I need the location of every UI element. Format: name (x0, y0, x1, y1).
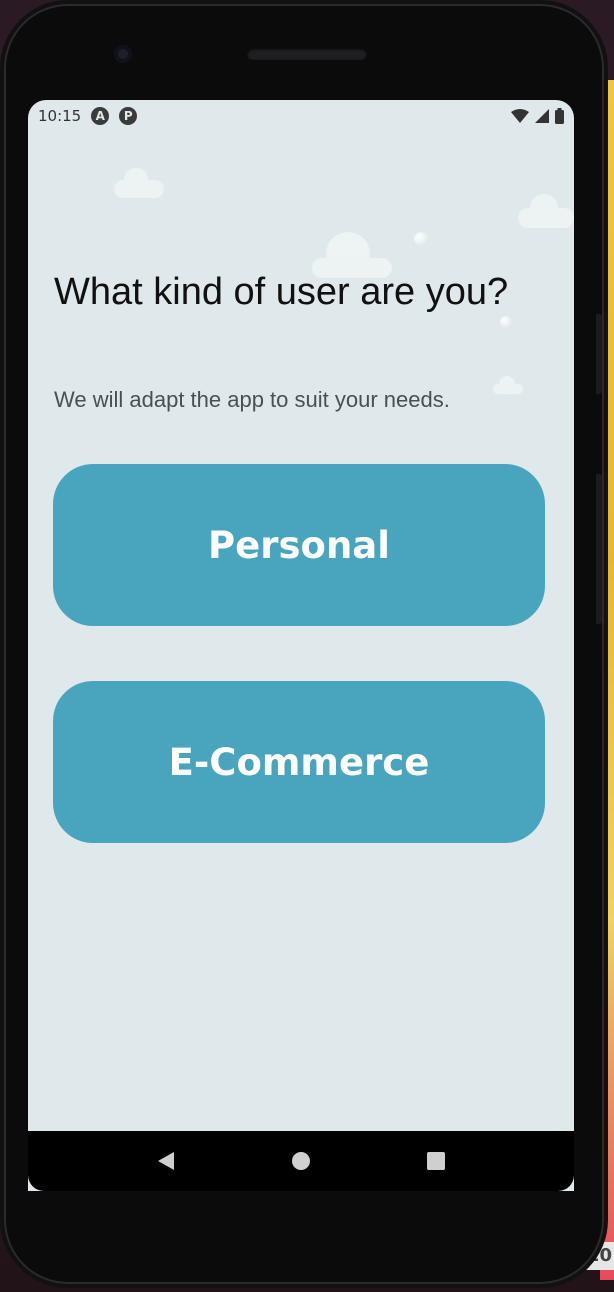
bubble-decoration (500, 316, 512, 328)
power-button (596, 474, 602, 624)
page-title: What kind of user are you? (54, 271, 509, 313)
recents-button[interactable] (418, 1143, 454, 1179)
battery-icon (555, 108, 564, 124)
app-notification-icon: P (119, 107, 138, 125)
android-navigation-bar (28, 1131, 574, 1191)
cloud-decoration (518, 194, 574, 228)
bubble-decoration (414, 232, 428, 246)
cellular-signal-icon (535, 109, 549, 123)
recents-icon (427, 1152, 446, 1170)
wifi-icon (511, 109, 529, 123)
personal-user-button[interactable]: Personal (53, 464, 545, 626)
ecommerce-user-button[interactable]: E-Commerce (53, 681, 545, 843)
status-time: 10:15 (38, 107, 82, 125)
volume-button (596, 314, 602, 394)
cloud-decoration (493, 376, 523, 394)
home-icon (291, 1152, 310, 1170)
home-button[interactable] (283, 1143, 319, 1179)
front-camera (114, 45, 132, 63)
back-icon (157, 1152, 174, 1170)
app-screen: 10:15 A P What kind of user are you? We … (28, 100, 574, 1191)
page-subtitle: We will adapt the app to suit your needs… (54, 387, 450, 412)
cloud-decoration (114, 168, 164, 198)
back-button[interactable] (148, 1143, 184, 1179)
status-bar: 10:15 A P (28, 100, 574, 132)
app-notification-icon: A (91, 107, 110, 125)
earpiece-speaker (247, 48, 367, 60)
